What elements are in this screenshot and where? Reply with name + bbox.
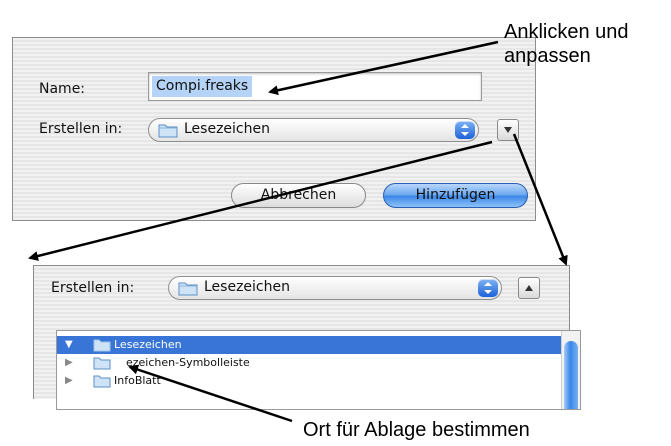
folder-icon [158,122,178,142]
tree-row-infoblatt[interactable]: ▶ InfoBlatt [57,372,580,390]
annotation-top-line1: Anklicken und [504,21,629,43]
collapse-button[interactable] [518,277,540,299]
expanded-location-value: Lesezeichen [204,279,290,295]
cancel-button[interactable]: Abbrechen [231,183,366,208]
scrollbar-thumb[interactable] [564,341,578,409]
folder-icon [93,355,111,373]
folder-tree[interactable]: ▼ Lesezeichen ▶ ezeichen-Symbolleiste ▶ … [56,330,581,410]
popup-stepper-icon [455,121,475,139]
annotation-top-line2: anpassen [504,45,591,67]
annotation-bottom: Ort für Ablage bestimmen [303,419,530,441]
folder-icon [178,280,198,300]
expand-button[interactable] [497,119,519,141]
triangle-down-icon [498,125,518,144]
vertical-scrollbar[interactable] [561,331,580,409]
location-value: Lesezeichen [184,121,270,137]
tree-row-label: Lesezeichen [114,338,182,351]
add-bookmark-dialog: Name: Compi.freaks Erstellen in: Lesezei… [12,37,536,221]
tree-row-label: InfoBlatt [114,374,161,387]
add-button[interactable]: Hinzufügen [383,183,528,208]
tree-row-label: ezeichen-Symbolleiste [126,356,250,369]
name-field-value: Compi.freaks [152,76,253,97]
disclosure-collapsed-icon[interactable]: ▶ [65,375,73,386]
disclosure-expanded-icon[interactable]: ▼ [65,339,73,350]
name-field[interactable]: Compi.freaks [148,72,482,101]
folder-icon [93,373,111,391]
disclosure-collapsed-icon[interactable]: ▶ [65,357,73,368]
expanded-location-label: Erstellen in: [51,280,135,296]
folder-icon [93,337,111,355]
location-popup[interactable]: Lesezeichen [148,118,479,142]
annotation-top: Anklicken und anpassen [504,20,629,68]
location-label: Erstellen in: [39,121,123,137]
tree-row-lesezeichen[interactable]: ▼ Lesezeichen [57,336,580,354]
popup-stepper-icon [478,279,498,297]
name-label: Name: [39,81,86,97]
triangle-up-icon [519,283,539,302]
tree-row-symbolleiste[interactable]: ▶ ezeichen-Symbolleiste [57,354,580,372]
expanded-location-dialog: Erstellen in: Lesezeichen ▼ Lesezeichen … [33,265,581,410]
expanded-location-popup[interactable]: Lesezeichen [168,276,502,300]
